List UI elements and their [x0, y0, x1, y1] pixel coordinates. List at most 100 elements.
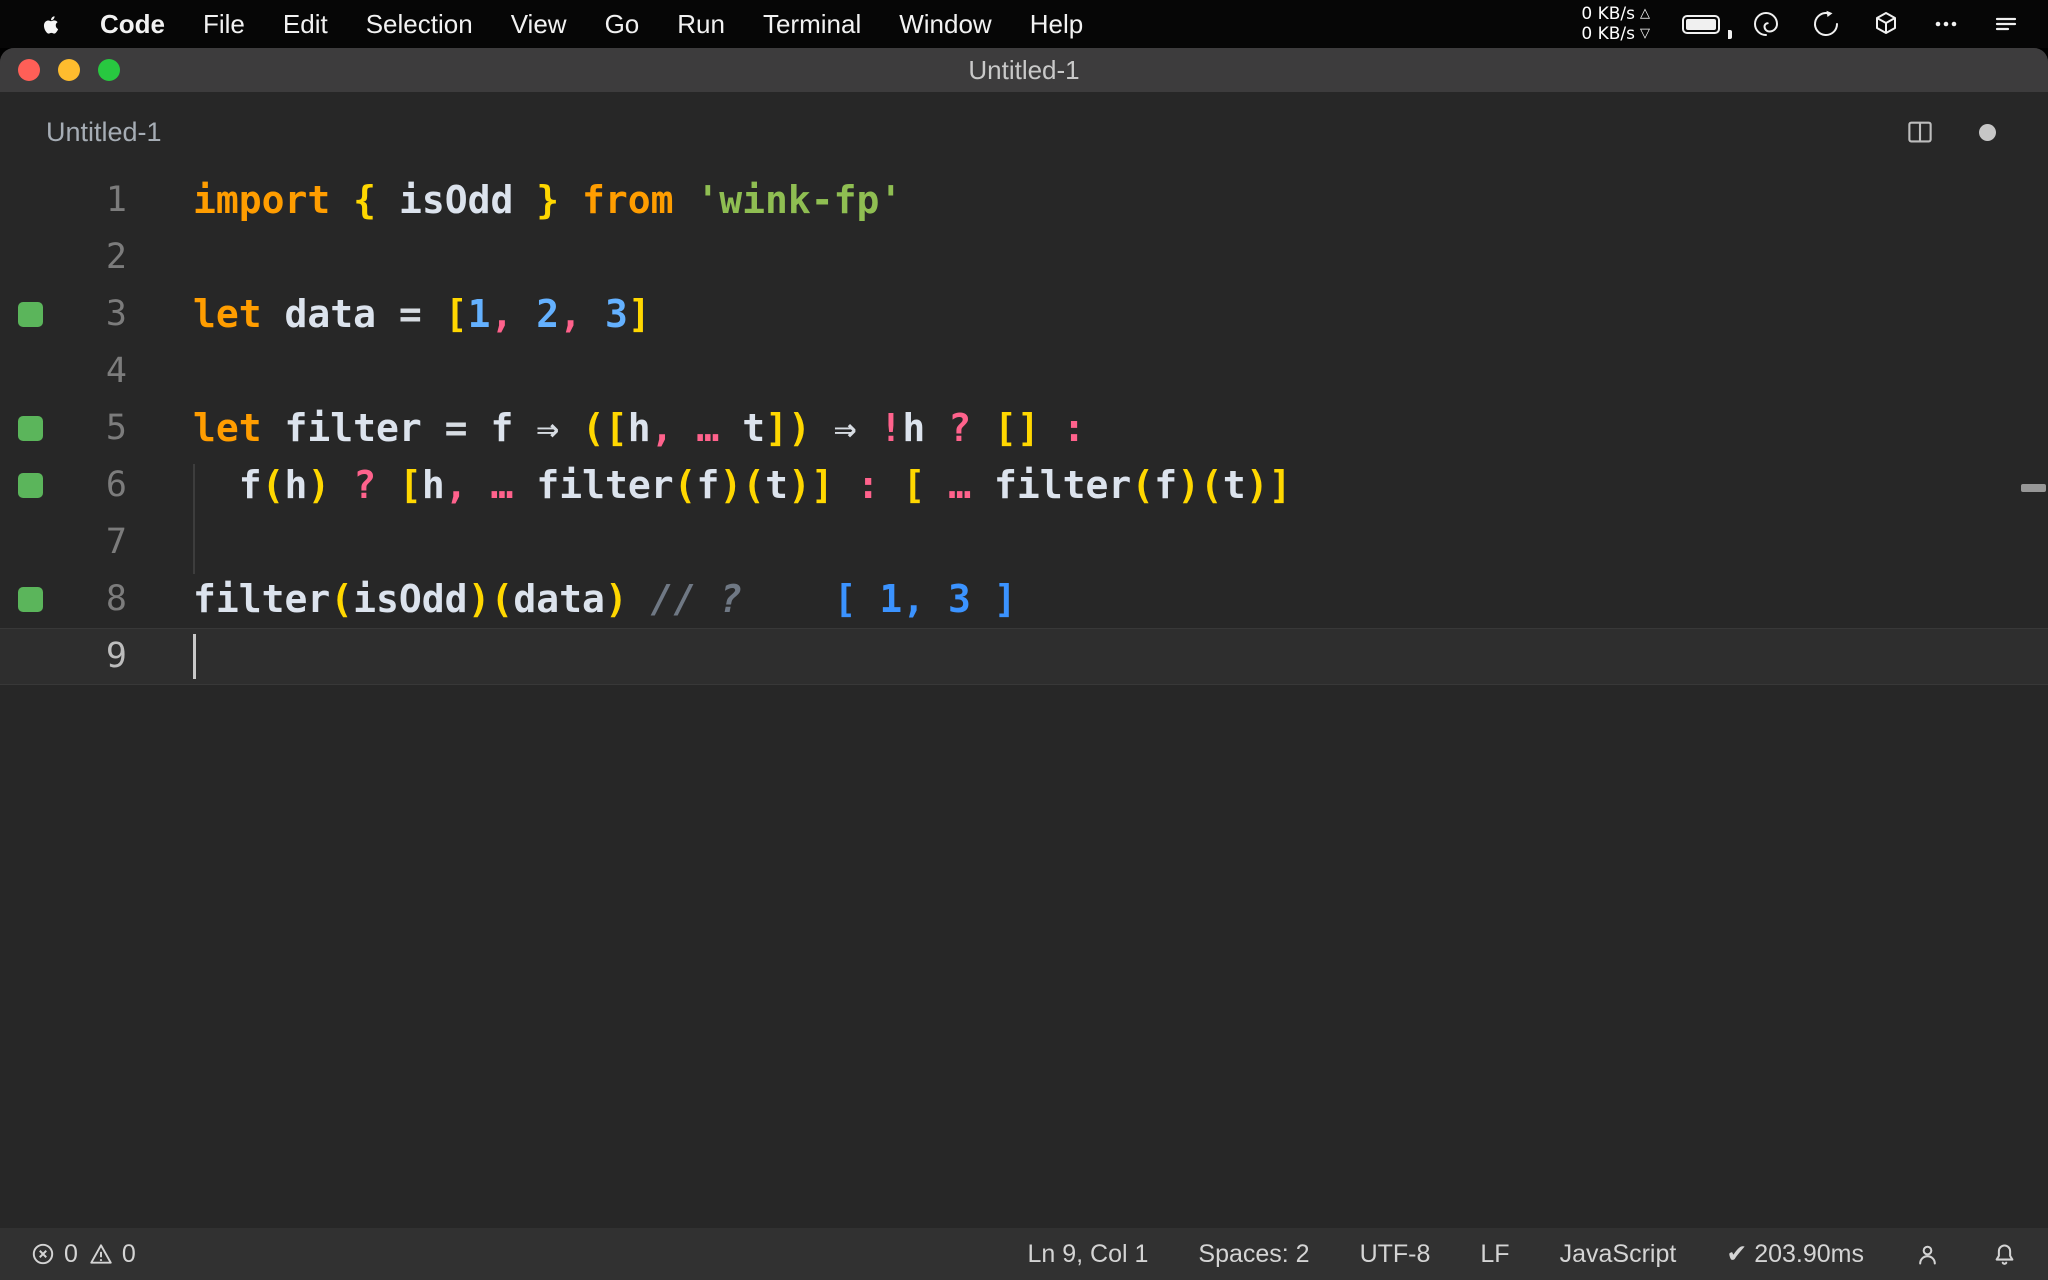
notifications-bell-icon[interactable] — [1991, 1241, 2018, 1268]
minimize-window-button[interactable] — [58, 59, 80, 81]
network-speed-indicator[interactable]: 0 KB/s △ 0 KB/s ▽ — [1581, 4, 1650, 44]
code-token: [] — [993, 406, 1040, 450]
network-down-arrow-icon: ▽ — [1640, 26, 1650, 41]
menu-item-run[interactable]: Run — [658, 9, 744, 40]
menu-item-window[interactable]: Window — [880, 9, 1010, 40]
time-machine-icon[interactable] — [1812, 10, 1840, 38]
cube-menu-icon[interactable] — [1872, 10, 1900, 38]
indent-guide — [193, 464, 195, 574]
warning-icon — [88, 1241, 114, 1267]
network-up-label: 0 KB/s — [1581, 4, 1635, 24]
code-line-5[interactable]: 5 let filter = f ⇒ ([h, … t]) ⇒ !h ? [] : — [0, 400, 2048, 457]
apple-menu[interactable] — [20, 12, 81, 37]
code-token: , — [650, 406, 674, 450]
code-token: data — [513, 577, 605, 621]
code-token: isOdd — [353, 577, 468, 621]
code-line-4[interactable]: 4 — [0, 343, 2048, 400]
overview-ruler-mark[interactable] — [2021, 484, 2046, 492]
line-number: 6 — [105, 465, 127, 505]
line-number: 9 — [105, 636, 127, 676]
code-token: data — [261, 292, 399, 336]
code-token: let — [193, 292, 262, 336]
menu-item-edit[interactable]: Edit — [264, 9, 347, 40]
more-dots-icon[interactable] — [1932, 10, 1960, 38]
status-bar: 0 0 Ln 9, Col 1 Spaces: 2 UTF-8 LF JavaS… — [0, 1228, 2048, 1280]
indentation-status[interactable]: Spaces: 2 — [1198, 1240, 1309, 1269]
code-token: ] — [627, 292, 651, 336]
code-token: [ — [444, 292, 468, 336]
code-editor[interactable]: 1 import { isOdd } from 'wink-fp' 2 3 let da… — [0, 172, 2048, 1228]
code-token: filter — [994, 463, 1132, 507]
code-token: ]) — [765, 406, 811, 450]
code-token: from — [582, 178, 674, 222]
window-titlebar[interactable]: Untitled-1 — [0, 48, 2048, 92]
code-text: f(h) ? [h, … filter(f)(t)] : [ … filter(… — [193, 457, 1292, 514]
code-token: 1 — [467, 292, 491, 336]
code-token: // ? — [650, 577, 743, 621]
encoding-status[interactable]: UTF-8 — [1360, 1240, 1431, 1269]
cursor-position-status[interactable]: Ln 9, Col 1 — [1027, 1240, 1148, 1269]
problems-status[interactable]: 0 0 — [30, 1240, 136, 1269]
zoom-window-button[interactable] — [98, 59, 120, 81]
code-line-7[interactable]: 7 — [0, 514, 2048, 571]
menu-item-go[interactable]: Go — [586, 9, 659, 40]
code-token: [ — [902, 463, 926, 507]
code-token: : — [856, 463, 880, 507]
code-line-9[interactable]: 9 — [0, 628, 2048, 685]
code-line-2[interactable]: 2 — [0, 229, 2048, 286]
code-token: : — [1062, 406, 1086, 450]
tab-untitled-1[interactable]: Untitled-1 — [46, 117, 162, 148]
code-token: isOdd — [376, 178, 537, 222]
list-menu-icon[interactable] — [1992, 10, 2020, 38]
code-token: f — [467, 406, 537, 450]
menu-items: Code File Edit Selection View Go Run Terminal Wi… — [81, 9, 1102, 40]
eol-status[interactable]: LF — [1480, 1240, 1509, 1269]
code-token: , — [559, 292, 583, 336]
code-token: … — [490, 463, 514, 507]
battery-icon[interactable] — [1682, 14, 1732, 39]
code-token: h — [284, 463, 308, 507]
menu-item-code[interactable]: Code — [81, 9, 184, 40]
menu-item-selection[interactable]: Selection — [347, 9, 492, 40]
code-token: 3 — [604, 292, 628, 336]
screen: Code File Edit Selection View Go Run Terminal Wi… — [0, 0, 2048, 1280]
language-mode-status[interactable]: JavaScript — [1560, 1240, 1677, 1269]
code-text: let filter = f ⇒ ([h, … t]) ⇒ !h ? [] : — [193, 400, 1086, 457]
menu-item-view[interactable]: View — [492, 9, 586, 40]
code-token: ( — [673, 463, 697, 507]
menu-item-help[interactable]: Help — [1011, 9, 1102, 40]
unsaved-changes-dot[interactable] — [1979, 123, 1996, 141]
code-token: h — [902, 406, 926, 450]
feedback-icon[interactable] — [1914, 1241, 1941, 1268]
network-down-label: 0 KB/s — [1581, 24, 1635, 44]
menu-item-file[interactable]: File — [184, 9, 264, 40]
editor-actions — [1905, 117, 1996, 147]
code-line-1[interactable]: 1 import { isOdd } from 'wink-fp' — [0, 172, 2048, 229]
error-icon — [30, 1241, 56, 1267]
code-line-6[interactable]: 6 f(h) ? [h, … filter(f)(t)] : [ … filte… — [0, 457, 2048, 514]
line-number: 3 — [105, 294, 127, 334]
code-line-8[interactable]: 8 filter(isOdd)(data) // ? [ 1, 3 ] — [0, 571, 2048, 628]
code-token: [ — [398, 463, 422, 507]
code-token: f — [1154, 463, 1178, 507]
apple-icon — [38, 12, 63, 37]
code-token: h — [421, 463, 445, 507]
quokka-timing-status[interactable]: ✔ 203.90ms — [1726, 1239, 1864, 1269]
split-editor-icon[interactable] — [1905, 117, 1935, 147]
close-window-button[interactable] — [18, 59, 40, 81]
code-token: [ 1, 3 ] — [833, 577, 1017, 621]
menu-item-terminal[interactable]: Terminal — [744, 9, 880, 40]
swirl-menu-icon[interactable] — [1752, 10, 1780, 38]
status-bar-right: Ln 9, Col 1 Spaces: 2 UTF-8 LF JavaScrip… — [1027, 1239, 2018, 1269]
code-line-3[interactable]: 3 let data = [1, 2, 3] — [0, 286, 2048, 343]
code-token: f — [193, 463, 262, 507]
